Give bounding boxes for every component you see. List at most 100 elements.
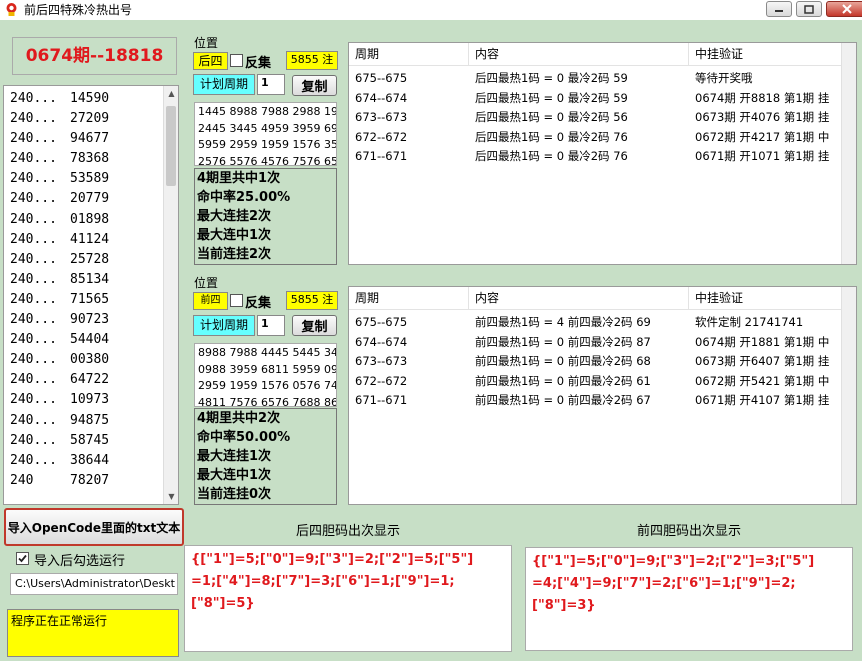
stat-line: 最大连挂1次 xyxy=(197,449,272,464)
list-item[interactable]: 240... 85134 xyxy=(4,270,178,290)
item-number: 78207 xyxy=(70,472,110,488)
maximize-icon xyxy=(804,4,814,14)
item-period: 240... xyxy=(10,91,57,106)
table-cell: 后四最热1码 = 0 最冷2码 76 xyxy=(475,129,628,144)
back-four-results-table[interactable]: 周期 内容 中挂验证 675--675 后四最热1码 = 0 最冷2码 59 等待开… xyxy=(348,42,857,265)
table-row[interactable]: 673--673 后四最热1码 = 0 最冷2码 56 0673期 开4076 第1… xyxy=(349,108,848,128)
table-header: 周期 内容 中挂验证 xyxy=(349,43,848,66)
list-item[interactable]: 240... 94875 xyxy=(4,411,178,431)
item-period: 240... xyxy=(10,392,57,408)
stat-line: 命中率50.00% xyxy=(197,430,291,445)
group1-plan-input[interactable]: 1 xyxy=(257,74,285,95)
item-number: 58745 xyxy=(70,432,110,448)
table-cell: 0672期 开5421 第1期 中 xyxy=(695,373,830,388)
group2-reverse-checkbox[interactable] xyxy=(230,294,243,307)
file-path-field[interactable]: C:\Users\Administrator\Deskt xyxy=(10,573,178,595)
window-title: 前后四特殊冷热出号 xyxy=(24,3,133,17)
group2-plan-input[interactable]: 1 xyxy=(257,315,285,336)
item-number: 78368 xyxy=(70,151,110,167)
item-number: 25728 xyxy=(70,251,110,267)
column-header[interactable]: 内容 xyxy=(469,287,689,309)
table-cell: 前四最热1码 = 0 前四最冷2码 67 xyxy=(475,393,651,407)
item-number: 85134 xyxy=(70,271,110,287)
table-cell: 0671期 开1071 第1期 挂 xyxy=(695,149,830,163)
group2-reverse-label: 反集 xyxy=(245,296,272,311)
table-row[interactable]: 672--672 后四最热1码 = 0 最冷2码 76 0672期 开4217 第1… xyxy=(349,128,848,148)
stat-line: 当前连挂2次 xyxy=(197,247,272,262)
list-item[interactable]: 240... 27209 xyxy=(4,109,178,129)
column-header[interactable]: 中挂验证 xyxy=(689,43,848,65)
table-row[interactable]: 672--672 前四最热1码 = 0 前四最冷2码 61 0672期 开5421 … xyxy=(349,372,848,392)
table-row[interactable]: 674--674 前四最热1码 = 0 前四最冷2码 87 0674期 开1881 … xyxy=(349,333,848,353)
stat-line: 当前连挂0次 xyxy=(197,487,272,502)
list-scrollbar[interactable]: ▲ ▼ xyxy=(163,86,178,504)
table-cell: 前四最热1码 = 0 前四最冷2码 87 xyxy=(475,334,651,349)
table-row[interactable]: 675--675 后四最热1码 = 0 最冷2码 59 等待开奖哦 xyxy=(349,69,848,89)
list-item[interactable]: 240... 53589 xyxy=(4,169,178,189)
maximize-button[interactable] xyxy=(796,1,822,17)
group1-reverse-checkbox[interactable] xyxy=(230,54,243,67)
list-item[interactable]: 240 78207 xyxy=(4,471,178,491)
scroll-up-icon[interactable]: ▲ xyxy=(164,86,178,101)
group1-position-label: 位置 xyxy=(194,36,219,50)
auto-run-label: 导入后勾选运行 xyxy=(34,554,126,569)
item-period: 240... xyxy=(10,271,57,287)
item-period: 240... xyxy=(10,332,57,348)
group1-position-field[interactable]: 后四 xyxy=(193,52,228,70)
item-period: 240... xyxy=(10,452,57,468)
table-row[interactable]: 671--671 前四最热1码 = 0 前四最冷2码 67 0671期 开4107 … xyxy=(349,391,848,411)
code-line: 2576 5576 4576 7576 6576 xyxy=(198,154,337,166)
item-number: 64722 xyxy=(70,372,110,388)
code-line: 1445 8988 7988 2988 1988 xyxy=(198,105,337,118)
table-cell: 后四最热1码 = 0 最冷2码 76 xyxy=(475,149,628,163)
list-item[interactable]: 240... 20779 xyxy=(4,189,178,209)
column-header[interactable]: 周期 xyxy=(349,43,469,65)
list-item[interactable]: 240... 58745 xyxy=(4,431,178,451)
scroll-down-icon[interactable]: ▼ xyxy=(164,489,178,504)
list-item[interactable]: 240... 94677 xyxy=(4,129,178,149)
list-item[interactable]: 240... 38644 xyxy=(4,451,178,471)
item-period: 240 xyxy=(10,472,34,488)
item-period: 240... xyxy=(10,231,57,247)
list-item[interactable]: 240... 41124 xyxy=(4,230,178,250)
code-line: 8988 7988 4445 5445 3445 xyxy=(198,346,337,359)
item-number: 10973 xyxy=(70,392,110,408)
number-list[interactable]: 240... 14590 240... 27209 240... 94677 240... 7… xyxy=(3,85,179,505)
close-button[interactable] xyxy=(826,1,862,17)
scroll-thumb[interactable] xyxy=(166,106,176,186)
list-item[interactable]: 240... 64722 xyxy=(4,370,178,390)
list-item[interactable]: 240... 78368 xyxy=(4,149,178,169)
table-scrollbar[interactable] xyxy=(841,287,856,504)
table-cell: 672--672 xyxy=(355,373,408,388)
app-icon xyxy=(6,3,17,16)
table-row[interactable]: 671--671 后四最热1码 = 0 最冷2码 76 0671期 开1071 第1… xyxy=(349,147,848,167)
group2-position-field[interactable]: 前四 xyxy=(193,292,228,310)
group2-copy-button[interactable]: 复制 xyxy=(292,315,337,336)
list-item[interactable]: 240... 14590 xyxy=(4,89,178,109)
list-item[interactable]: 240... 54404 xyxy=(4,330,178,350)
front-four-results-table[interactable]: 周期 内容 中挂验证 675--675 前四最热1码 = 4 前四最冷2码 69 软… xyxy=(348,286,857,505)
item-number: 71565 xyxy=(70,291,110,307)
table-row[interactable]: 673--673 前四最热1码 = 0 前四最冷2码 68 0673期 开6407 … xyxy=(349,352,848,372)
import-txt-button[interactable]: 导入OpenCode里面的txt文本 xyxy=(4,508,184,546)
list-item[interactable]: 240... 01898 xyxy=(4,210,178,230)
group1-copy-button[interactable]: 复制 xyxy=(292,75,337,96)
minimize-button[interactable] xyxy=(766,1,792,17)
column-header[interactable]: 内容 xyxy=(469,43,689,65)
list-item[interactable]: 240... 00380 xyxy=(4,350,178,370)
list-item[interactable]: 240... 10973 xyxy=(4,390,178,410)
table-cell: 674--674 xyxy=(355,334,408,349)
group2-stats: 4期里共中2次 命中率50.00% 最大连挂1次 最大连中1次 当前连挂0次 xyxy=(194,408,337,505)
list-item[interactable]: 240... 71565 xyxy=(4,290,178,310)
list-item[interactable]: 240... 90723 xyxy=(4,310,178,330)
table-cell: 0674期 开1881 第1期 中 xyxy=(695,334,830,349)
table-cell: 673--673 xyxy=(355,354,408,368)
table-row[interactable]: 675--675 前四最热1码 = 4 前四最冷2码 69 软件定制 2174174… xyxy=(349,313,848,333)
column-header[interactable]: 周期 xyxy=(349,287,469,309)
stat-line: 最大连中1次 xyxy=(197,468,272,483)
column-header[interactable]: 中挂验证 xyxy=(689,287,848,309)
list-item[interactable]: 240... 25728 xyxy=(4,250,178,270)
auto-run-checkbox[interactable] xyxy=(16,552,29,565)
table-scrollbar[interactable] xyxy=(841,43,856,264)
table-row[interactable]: 674--674 后四最热1码 = 0 最冷2码 59 0674期 开8818 第1… xyxy=(349,89,848,109)
